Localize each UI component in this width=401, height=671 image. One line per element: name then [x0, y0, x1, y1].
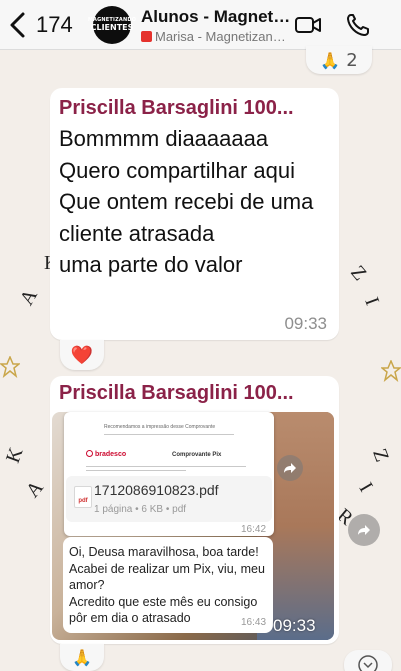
- wallpaper-letter: I: [354, 478, 377, 496]
- reaction-count: 2: [346, 49, 358, 71]
- flag-icon: [141, 31, 152, 42]
- pdf-file-icon: pdf: [74, 486, 92, 508]
- wallpaper-letter: A: [15, 285, 42, 310]
- bank-mark-icon: [86, 450, 93, 457]
- phone-icon: [347, 14, 369, 36]
- chevron-left-icon: [10, 12, 25, 38]
- message-bubble[interactable]: Priscilla Barsaglini 100... Bommmm diaaa…: [50, 88, 339, 340]
- chat-subtitle: Marisa - Magnetizando Clientes: [141, 29, 291, 44]
- receipt-line: [86, 466, 246, 467]
- back-button[interactable]: 174: [8, 9, 73, 41]
- group-avatar[interactable]: MAGNETIZANDO CLIENTES: [88, 6, 136, 44]
- star-icon: [381, 360, 401, 382]
- forward-button[interactable]: [348, 514, 380, 546]
- scroll-down-button[interactable]: [344, 650, 392, 671]
- chat-header: 174 MAGNETIZANDO CLIENTES Alunos - Magne…: [0, 0, 401, 50]
- bank-logo: bradesco: [86, 450, 126, 458]
- chat-subtitle-text: Marisa - Magnetizando Clientes: [155, 29, 291, 44]
- chevron-down-icon: [358, 655, 378, 671]
- quoted-message: Oi, Deusa maravilhosa, boa tarde! Acabei…: [63, 537, 273, 633]
- reaction-emoji: 🙏: [320, 50, 341, 70]
- file-name: 1712086910823.pdf: [94, 482, 219, 498]
- voice-call-button[interactable]: [345, 12, 373, 43]
- receipt-header: Recomendamos a impressão desse Comprovan…: [104, 424, 216, 430]
- reaction-chip-pray[interactable]: 🙏: [60, 644, 104, 671]
- receipt-label: Comprovante Pix: [172, 452, 222, 458]
- star-icon: [0, 356, 20, 378]
- reaction-chip-pray[interactable]: 🙏 2: [306, 46, 372, 74]
- forward-arrow-icon: [284, 463, 296, 473]
- wallpaper-letter: Z: [368, 445, 394, 465]
- reaction-emoji: 🙏: [72, 648, 92, 667]
- reaction-emoji: ❤️: [70, 344, 94, 366]
- pdf-file-card[interactable]: pdf 1712086910823.pdf 1 página • 6 KB • …: [66, 476, 272, 522]
- quoted-message-time: 16:43: [241, 617, 267, 628]
- unread-count: 174: [36, 12, 73, 37]
- message-text: Bommmm diaaaaaaa Quero compartilhar aqui…: [59, 126, 314, 277]
- wallpaper-letter: A: [21, 476, 48, 502]
- bank-name: bradesco: [95, 451, 127, 458]
- message-sender[interactable]: Priscilla Barsaglini 100...: [59, 97, 331, 120]
- avatar-text-line2: CLIENTES: [90, 23, 134, 32]
- forward-arrow-icon: [358, 525, 370, 535]
- wallpaper-letter: Z: [346, 261, 371, 285]
- receipt-line: [86, 470, 186, 471]
- reaction-chip-heart[interactable]: ❤️: [60, 340, 104, 370]
- chat-title-block[interactable]: Alunos - Magnetizando Clientes Marisa - …: [141, 7, 291, 44]
- file-time: 16:42: [241, 524, 267, 535]
- message-time: 09:33: [284, 314, 327, 333]
- video-call-button[interactable]: [294, 12, 322, 43]
- file-meta: 1 página • 6 KB • pdf: [94, 504, 187, 515]
- receipt-line: [104, 434, 234, 435]
- chat-title: Alunos - Magnetizando Clientes: [141, 7, 291, 26]
- wallpaper-letter: K: [1, 444, 28, 466]
- quoted-message-text: Oi, Deusa maravilhosa, boa tarde! Acabei…: [69, 545, 265, 625]
- video-camera-icon: [295, 17, 321, 33]
- forward-button[interactable]: [277, 455, 303, 481]
- message-sender[interactable]: Priscilla Barsaglini 100...: [59, 382, 331, 405]
- message-time: 09:33: [273, 616, 316, 635]
- wallpaper-letter: I: [360, 294, 384, 309]
